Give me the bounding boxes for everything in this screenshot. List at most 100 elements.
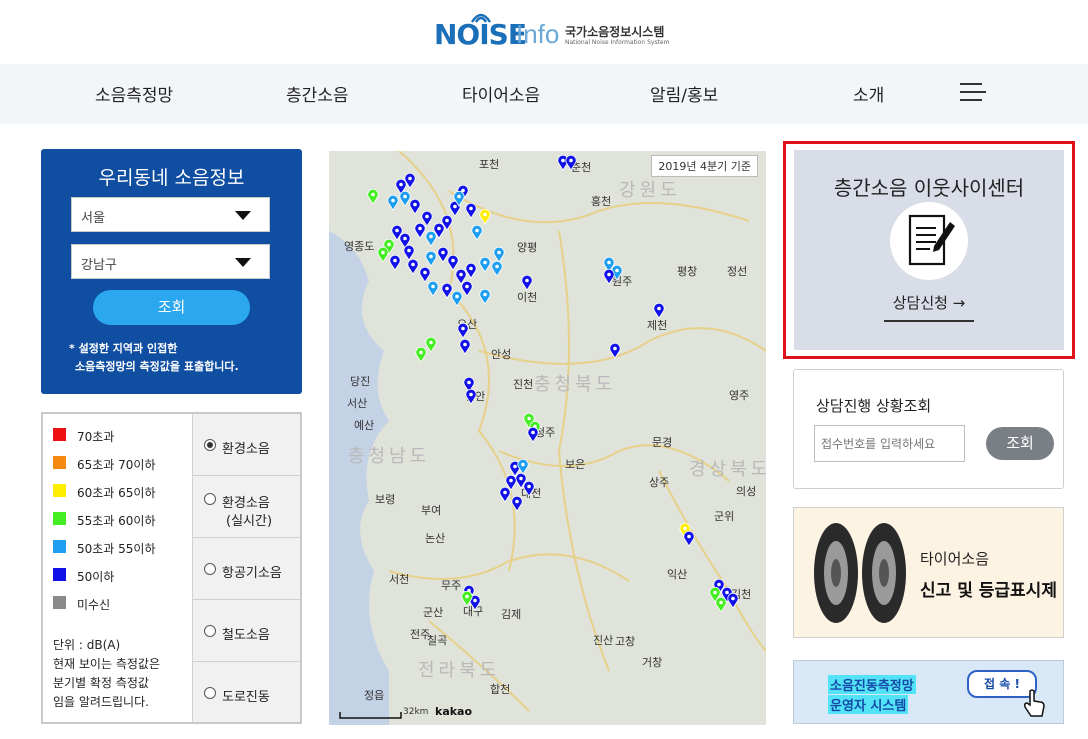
radio-env-noise-realtime[interactable]: 환경소음 (실시간) bbox=[193, 476, 301, 538]
map-marker-icon[interactable] bbox=[387, 194, 399, 211]
map-marker-icon[interactable] bbox=[459, 338, 471, 355]
region-search-button[interactable]: 조회 bbox=[93, 290, 250, 325]
nav-item-noise-network[interactable]: 소음측정망 bbox=[95, 81, 173, 106]
map-marker-icon[interactable] bbox=[377, 246, 389, 263]
map-marker-icon[interactable] bbox=[491, 260, 503, 277]
site-logo[interactable]: NOISE Info 국가소음정보시스템 National Noise Info… bbox=[434, 10, 674, 54]
link-underline bbox=[884, 320, 974, 322]
legend-label: 65초과 70이하 bbox=[77, 458, 156, 472]
radio-label: 항공기소음 bbox=[222, 566, 282, 581]
map-marker-icon[interactable] bbox=[389, 254, 401, 271]
map-marker-icon[interactable] bbox=[603, 268, 615, 285]
map-marker-icon[interactable] bbox=[565, 154, 577, 171]
map-place-label: 익산 bbox=[667, 568, 688, 581]
map-marker-icon[interactable] bbox=[727, 592, 739, 609]
map-place-label: 문경 bbox=[652, 436, 673, 449]
radio-button[interactable] bbox=[204, 687, 216, 699]
hamburger-icon[interactable] bbox=[960, 81, 986, 103]
map-marker-icon[interactable] bbox=[461, 280, 473, 297]
tire-banner-line1: 타이어소음 bbox=[920, 550, 990, 568]
map-place-label: 보령 bbox=[375, 493, 396, 506]
legend-swatch-blue bbox=[53, 568, 66, 581]
map-marker-icon[interactable] bbox=[471, 224, 483, 241]
city-select[interactable]: 서울 bbox=[71, 197, 270, 232]
operator-system-banner[interactable]: 소음진동측정망 운영자 시스템 접 속 ! bbox=[793, 660, 1064, 724]
map-marker-icon[interactable] bbox=[415, 346, 427, 363]
map-marker-icon[interactable] bbox=[404, 172, 416, 189]
noise-map[interactable]: 2019년 4분기 기준 포천 춘천 강원도 영종도 홍천 양평 평창 정선 이천 원주 오산 제천 안… bbox=[329, 151, 766, 725]
map-place-label: 군산 bbox=[423, 606, 444, 619]
map-marker-icon[interactable] bbox=[499, 486, 511, 503]
map-marker-icon[interactable] bbox=[517, 458, 529, 475]
map-marker-icon[interactable] bbox=[465, 202, 477, 219]
unit-line: 임을 알려드립니다. bbox=[53, 695, 149, 709]
map-marker-icon[interactable] bbox=[479, 208, 491, 225]
region-note-line2: 소음측정망의 측정값을 표출합니다. bbox=[75, 360, 239, 373]
map-place-label: 김제 bbox=[501, 608, 522, 621]
consult-apply-link[interactable]: 상담신청 → bbox=[884, 292, 974, 313]
map-provider-logo: kakao bbox=[435, 705, 473, 718]
radio-road-vibration[interactable]: 도로진동 bbox=[193, 662, 301, 722]
map-place-label: 보은 bbox=[565, 458, 586, 471]
radio-label: 철도소음 bbox=[222, 628, 270, 643]
logo-info-text: Info bbox=[516, 19, 560, 49]
map-marker-icon[interactable] bbox=[441, 214, 453, 231]
nav-item-about[interactable]: 소개 bbox=[853, 81, 884, 106]
district-select[interactable]: 강남구 bbox=[71, 244, 270, 279]
system-banner-line1: 소음진동측정망 bbox=[828, 675, 916, 694]
map-marker-icon[interactable] bbox=[511, 495, 523, 512]
map-marker-icon[interactable] bbox=[521, 274, 533, 291]
nav-item-tire-noise[interactable]: 타이어소음 bbox=[462, 81, 540, 106]
map-marker-icon[interactable] bbox=[453, 190, 465, 207]
map-place-label: 양평 bbox=[517, 241, 538, 254]
map-marker-icon[interactable] bbox=[523, 480, 535, 497]
map-marker-icon[interactable] bbox=[465, 388, 477, 405]
legend-panel: 70초과 65초과 70이하 60초과 65이하 55초과 60이하 50초과 … bbox=[41, 412, 302, 724]
map-place-label: 논산 bbox=[425, 532, 446, 545]
unit-line: 분기별 확정 측정값 bbox=[53, 676, 149, 690]
map-marker-icon[interactable] bbox=[427, 280, 439, 297]
receipt-number-input[interactable] bbox=[814, 425, 965, 462]
region-title: 우리동네 소음정보 bbox=[98, 167, 245, 189]
map-marker-icon[interactable] bbox=[609, 342, 621, 359]
radio-aircraft-noise[interactable]: 항공기소음 bbox=[193, 538, 301, 600]
nav-item-notice[interactable]: 알림/홍보 bbox=[650, 81, 718, 106]
map-place-label: 합천 bbox=[490, 683, 511, 696]
consult-status-panel: 상담진행 상황조회 조회 bbox=[793, 369, 1064, 489]
logo-noise-text: NOISE bbox=[434, 18, 527, 51]
map-marker-icon[interactable] bbox=[479, 256, 491, 273]
map-marker-icon[interactable] bbox=[465, 262, 477, 279]
nav-item-floor-noise[interactable]: 층간소음 bbox=[286, 81, 349, 106]
map-marker-icon[interactable] bbox=[653, 302, 665, 319]
map-marker-icon[interactable] bbox=[527, 426, 539, 443]
legend-swatch-green bbox=[53, 512, 66, 525]
tire-noise-banner[interactable]: 타이어소음 신고 및 등급표시제 bbox=[793, 507, 1064, 638]
legend-label: 50초과 55이하 bbox=[77, 542, 156, 556]
map-marker-icon[interactable] bbox=[457, 322, 469, 339]
scale-bar bbox=[339, 712, 402, 719]
map-place-label: 상주 bbox=[649, 476, 670, 489]
center-title: 층간소음 이웃사이센터 bbox=[833, 176, 1025, 200]
radio-rail-noise[interactable]: 철도소음 bbox=[193, 600, 301, 662]
map-marker-icon[interactable] bbox=[683, 530, 695, 547]
map-marker-icon[interactable] bbox=[409, 198, 421, 215]
caret-down-icon bbox=[235, 211, 251, 220]
system-banner-line2: 운영자 시스템 bbox=[828, 695, 909, 714]
map-marker-icon[interactable] bbox=[367, 188, 379, 205]
map-marker-icon[interactable] bbox=[461, 590, 473, 607]
map-place-label: 진천 bbox=[513, 378, 534, 391]
radio-button[interactable] bbox=[204, 493, 216, 505]
status-search-button[interactable]: 조회 bbox=[986, 427, 1054, 460]
map-marker-icon[interactable] bbox=[479, 288, 491, 305]
radio-button[interactable] bbox=[204, 625, 216, 637]
radio-button[interactable] bbox=[204, 439, 216, 451]
radio-env-noise[interactable]: 환경소음 bbox=[193, 414, 301, 476]
map-marker-icon[interactable] bbox=[407, 258, 419, 275]
map-marker-icon[interactable] bbox=[715, 596, 727, 613]
map-place-label: 의성 bbox=[736, 485, 757, 498]
city-select-value: 서울 bbox=[81, 211, 105, 226]
radio-button[interactable] bbox=[204, 563, 216, 575]
status-title: 상담진행 상황조회 bbox=[816, 397, 932, 415]
map-marker-icon[interactable] bbox=[425, 250, 437, 267]
legend-swatch-yellow bbox=[53, 484, 66, 497]
